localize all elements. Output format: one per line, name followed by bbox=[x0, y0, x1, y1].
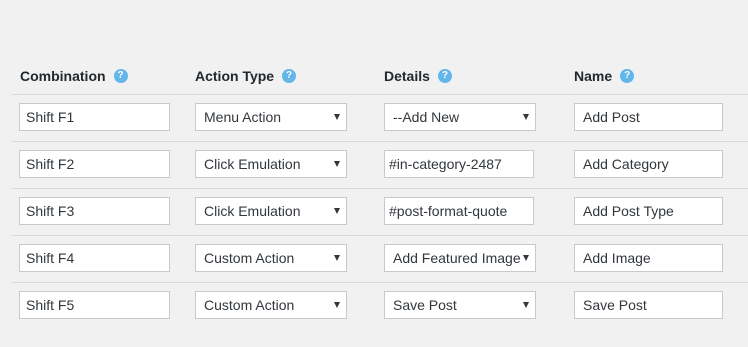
action-type-value: Custom Action bbox=[204, 297, 295, 313]
action-type-select[interactable]: Custom Action bbox=[195, 291, 347, 319]
caret-down-icon bbox=[334, 255, 340, 261]
help-icon[interactable]: ? bbox=[113, 69, 128, 83]
header-label-name: Name bbox=[574, 68, 613, 84]
header-combination: Combination ? bbox=[20, 66, 128, 86]
shortcut-settings: Combination ? Action Type ? Details ? Na… bbox=[0, 0, 748, 347]
details-select[interactable]: Save Post bbox=[384, 291, 536, 319]
combination-input[interactable]: Shift F1 bbox=[19, 103, 170, 131]
table-row: Shift F1 Menu Action --Add New Add Post bbox=[12, 94, 748, 141]
help-icon[interactable]: ? bbox=[437, 69, 452, 83]
caret-down-icon bbox=[334, 208, 340, 214]
action-type-select[interactable]: Click Emulation bbox=[195, 150, 347, 178]
caret-down-icon bbox=[334, 114, 340, 120]
header-action-type: Action Type ? bbox=[195, 66, 297, 86]
header-details: Details ? bbox=[384, 66, 452, 86]
name-input[interactable]: Add Post Type bbox=[574, 197, 723, 225]
combination-input[interactable]: Shift F3 bbox=[19, 197, 170, 225]
details-input[interactable]: #post-format-quote bbox=[384, 197, 534, 225]
help-icon[interactable]: ? bbox=[620, 69, 635, 83]
details-value: --Add New bbox=[393, 109, 460, 125]
details-value: Save Post bbox=[393, 297, 457, 313]
table-row: Shift F4 Custom Action Add Featured Imag… bbox=[12, 235, 748, 282]
header-name: Name ? bbox=[574, 66, 635, 86]
action-type-value: Custom Action bbox=[204, 250, 295, 266]
header-label-combination: Combination bbox=[20, 68, 106, 84]
table-row: Shift F3 Click Emulation #post-format-qu… bbox=[12, 188, 748, 235]
details-value: Add Featured Image bbox=[393, 250, 521, 266]
table-row: Shift F2 Click Emulation #in-category-24… bbox=[12, 141, 748, 188]
name-input[interactable]: Add Post bbox=[574, 103, 723, 131]
caret-down-icon bbox=[523, 255, 529, 261]
caret-down-icon bbox=[334, 302, 340, 308]
help-icon[interactable]: ? bbox=[282, 69, 297, 83]
table-row: Shift F5 Custom Action Save Post Save Po… bbox=[12, 282, 748, 329]
header-label-details: Details bbox=[384, 68, 430, 84]
action-type-select[interactable]: Custom Action bbox=[195, 244, 347, 272]
action-type-value: Menu Action bbox=[204, 109, 282, 125]
header-label-action-type: Action Type bbox=[195, 68, 275, 84]
caret-down-icon bbox=[523, 302, 529, 308]
name-input[interactable]: Add Category bbox=[574, 150, 723, 178]
name-input[interactable]: Add Image bbox=[574, 244, 723, 272]
caret-down-icon bbox=[334, 161, 340, 167]
details-select[interactable]: --Add New bbox=[384, 103, 536, 131]
action-type-value: Click Emulation bbox=[204, 156, 301, 172]
action-type-select[interactable]: Menu Action bbox=[195, 103, 347, 131]
combination-input[interactable]: Shift F5 bbox=[19, 291, 170, 319]
action-type-select[interactable]: Click Emulation bbox=[195, 197, 347, 225]
details-select[interactable]: Add Featured Image bbox=[384, 244, 536, 272]
combination-input[interactable]: Shift F4 bbox=[19, 244, 170, 272]
action-type-value: Click Emulation bbox=[204, 203, 301, 219]
name-input[interactable]: Save Post bbox=[574, 291, 723, 319]
table-header: Combination ? Action Type ? Details ? Na… bbox=[0, 66, 748, 86]
details-input[interactable]: #in-category-2487 bbox=[384, 150, 534, 178]
caret-down-icon bbox=[523, 114, 529, 120]
combination-input[interactable]: Shift F2 bbox=[19, 150, 170, 178]
